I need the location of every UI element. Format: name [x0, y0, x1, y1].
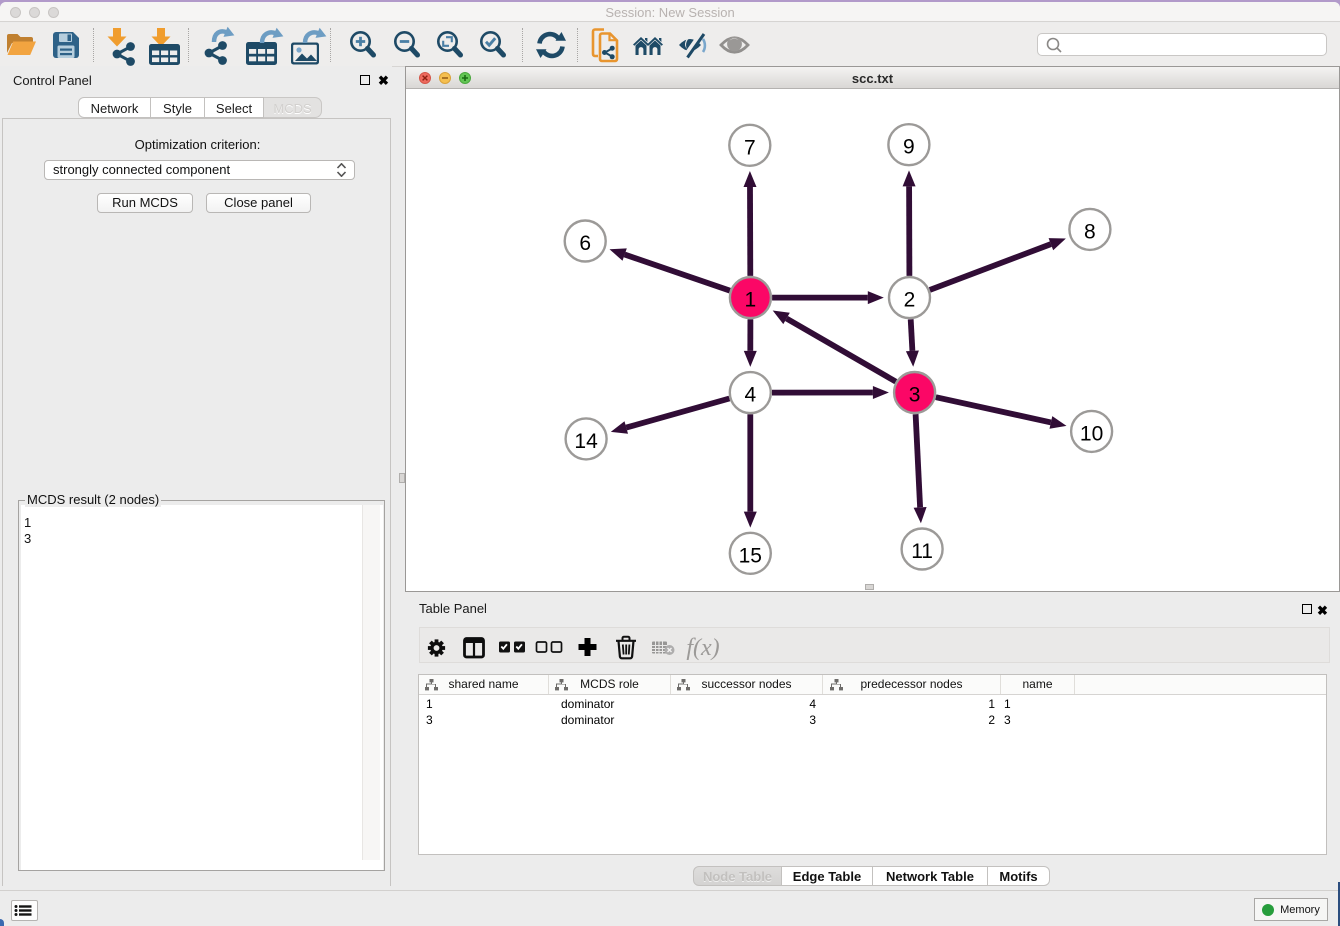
- svg-text:2: 2: [904, 289, 916, 312]
- svg-text:7: 7: [744, 136, 756, 159]
- svg-text:11: 11: [911, 540, 933, 563]
- svg-text:4: 4: [744, 384, 756, 407]
- svg-text:1: 1: [745, 289, 757, 312]
- svg-text:8: 8: [1084, 220, 1096, 243]
- svg-text:6: 6: [579, 232, 591, 255]
- svg-text:15: 15: [739, 544, 762, 567]
- svg-text:3: 3: [909, 384, 921, 407]
- svg-text:10: 10: [1080, 422, 1103, 445]
- svg-text:9: 9: [903, 136, 915, 159]
- svg-text:14: 14: [574, 430, 598, 453]
- svg-text:f(x): f(x): [686, 635, 719, 661]
